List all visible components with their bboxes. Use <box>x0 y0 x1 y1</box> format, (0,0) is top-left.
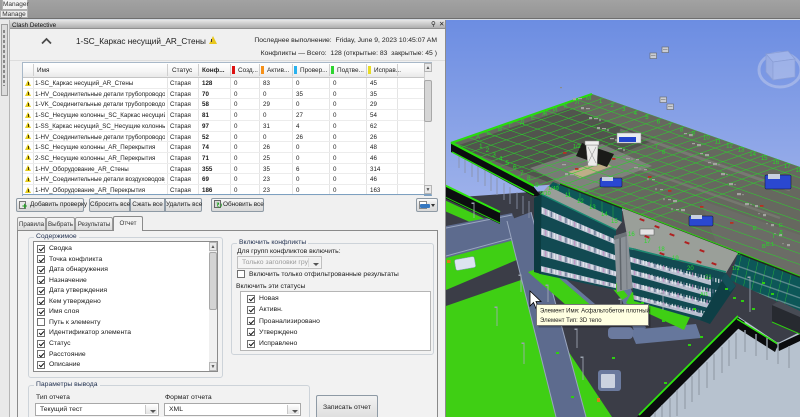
svg-text:12: 12 <box>726 144 733 150</box>
svg-text:18: 18 <box>658 247 665 253</box>
svg-text:К: К <box>564 104 568 110</box>
svg-text:14: 14 <box>749 152 756 158</box>
svg-text:Элемент Имя: Асфальтобетон пло: Элемент Имя: Асфальтобетон плотный <box>540 308 650 315</box>
svg-text:2: 2 <box>486 147 490 154</box>
svg-text:1: 1 <box>479 143 483 150</box>
svg-text:7: 7 <box>655 144 658 150</box>
svg-text:В: В <box>498 127 502 133</box>
svg-text:А: А <box>476 135 480 141</box>
svg-text:8: 8 <box>662 150 665 156</box>
svg-text:Элемент Тип: 3D тело: Элемент Тип: 3D тело <box>540 318 602 324</box>
svg-text:9: 9 <box>535 182 539 189</box>
svg-text:М: М <box>586 96 591 102</box>
svg-text:1/2: 1/2 <box>732 266 740 272</box>
svg-text:17: 17 <box>784 164 791 170</box>
svg-text:1/2: 1/2 <box>573 144 581 150</box>
svg-text:7: 7 <box>520 170 524 177</box>
svg-text:13: 13 <box>589 205 596 211</box>
svg-text:11: 11 <box>715 140 722 146</box>
svg-text:Д: Д <box>520 119 524 125</box>
svg-text:Д: Д <box>779 230 783 236</box>
svg-text:8: 8 <box>527 175 531 182</box>
svg-text:20: 20 <box>687 266 694 272</box>
svg-text:13: 13 <box>738 148 745 154</box>
svg-text:Е: Е <box>753 226 757 232</box>
svg-text:5: 5 <box>505 160 509 167</box>
svg-text:18: 18 <box>796 168 800 174</box>
svg-text:Б: Б <box>737 251 741 257</box>
svg-text:11: 11 <box>565 193 572 199</box>
svg-text:6: 6 <box>513 164 517 171</box>
svg-text:16: 16 <box>772 160 779 166</box>
svg-text:3: 3 <box>492 151 496 158</box>
svg-text:15: 15 <box>761 156 768 162</box>
svg-text:1/40: 1/40 <box>548 186 559 192</box>
svg-text:Е: Е <box>531 116 535 122</box>
svg-text:15: 15 <box>611 219 618 225</box>
svg-text:16: 16 <box>628 232 635 238</box>
svg-text:Л: Л <box>575 100 579 106</box>
svg-text:И: И <box>553 108 557 114</box>
svg-text:19: 19 <box>672 256 679 262</box>
svg-text:Г: Г <box>773 234 776 240</box>
svg-text:А/1: А/1 <box>700 292 708 298</box>
svg-text:14: 14 <box>601 212 608 218</box>
svg-text:Ж: Ж <box>542 112 548 118</box>
svg-text:4: 4 <box>499 156 503 163</box>
svg-text:Б: Б <box>487 131 491 137</box>
svg-text:Б.1: Б.1 <box>766 242 774 248</box>
svg-text:12: 12 <box>577 199 584 205</box>
svg-text:17: 17 <box>644 239 651 245</box>
svg-text:Е: Е <box>779 223 783 229</box>
svg-text:21: 21 <box>705 275 712 281</box>
svg-text:10: 10 <box>703 136 710 142</box>
